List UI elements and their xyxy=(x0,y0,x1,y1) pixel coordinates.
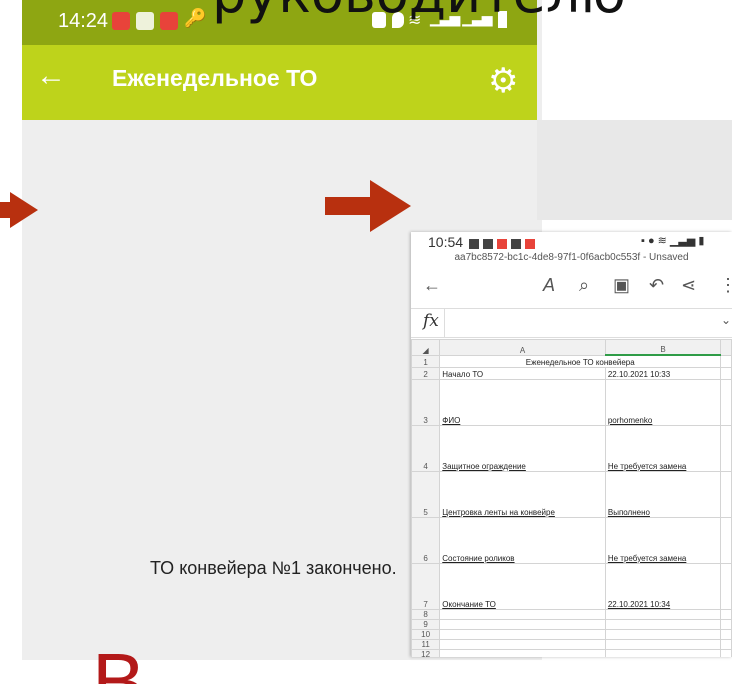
row-number[interactable]: 3 xyxy=(411,378,441,426)
row-number[interactable]: 11 xyxy=(411,638,441,650)
save-icon[interactable]: ▣ xyxy=(613,275,630,296)
cell-b[interactable]: Выполнено xyxy=(604,470,722,518)
spreadsheet-toolbar: ← A ⌕ ▣ ↶ ⋖ ⋮ xyxy=(411,272,732,302)
table-row: 11 xyxy=(411,638,732,650)
background-panel xyxy=(537,120,732,220)
table-row: 4 Защитное ограждение Не требуется замен… xyxy=(411,424,732,472)
cell-a[interactable]: Защитное ограждение xyxy=(439,424,606,472)
table-row: 8 xyxy=(411,608,732,620)
cell-a[interactable]: Начало ТО xyxy=(439,366,606,380)
app-bar: ← Еженедельное ТО ⚙ xyxy=(22,45,537,120)
gear-icon[interactable]: ⚙ xyxy=(488,61,518,101)
arrow-icon-right xyxy=(325,180,411,232)
arrow-icon-left xyxy=(0,192,38,228)
back-arrow-icon[interactable]: ← xyxy=(36,59,66,93)
cell-b[interactable]: 22.10.2021 10:34 xyxy=(604,562,722,610)
table-row: 3 ФИО porhomenko xyxy=(411,378,732,426)
cell-b[interactable] xyxy=(604,638,722,650)
overlay-caption: руководителю xyxy=(212,0,626,25)
more-icon[interactable]: ⋮ xyxy=(719,275,732,296)
cell-b[interactable] xyxy=(604,608,722,620)
cell-a[interactable]: Окончание ТО xyxy=(439,562,606,610)
select-all-corner[interactable]: ◢ xyxy=(411,339,441,356)
cell-b[interactable]: Не требуется замена xyxy=(604,516,722,564)
search-icon[interactable]: ⌕ xyxy=(579,275,589,296)
cell-a[interactable]: ФИО xyxy=(439,378,606,426)
cell-b[interactable]: Не требуется замена xyxy=(604,424,722,472)
cell-c[interactable] xyxy=(720,638,732,650)
cell-a[interactable]: Центровка ленты на конвейре xyxy=(439,470,606,518)
phone2-status-bar: 10:54 ▪ ● ≋ ▁▃▅ ▮ xyxy=(411,232,732,252)
completion-message: ТО конвейера №1 закончено. xyxy=(150,558,397,578)
table-row: 7 Окончание ТО 22.10.2021 10:34 xyxy=(411,562,732,610)
column-header-c[interactable] xyxy=(720,339,732,356)
formula-separator xyxy=(444,309,445,337)
key-icon: 🔑 xyxy=(184,8,207,28)
row-number[interactable]: 12 xyxy=(411,648,441,657)
row-number[interactable]: 2 xyxy=(411,366,441,380)
cell-b[interactable] xyxy=(604,618,722,630)
row-number[interactable]: 5 xyxy=(411,470,441,518)
row-number[interactable]: 9 xyxy=(411,618,441,630)
column-header-a[interactable]: A xyxy=(439,339,606,356)
cell-c[interactable] xyxy=(720,562,732,610)
back-arrow-icon[interactable]: ← xyxy=(423,275,441,296)
red-caption-fragment: В xyxy=(92,640,162,684)
formula-bar[interactable]: fx ⌄ xyxy=(411,308,732,338)
cell-a[interactable] xyxy=(439,608,606,620)
row-number[interactable]: 10 xyxy=(411,628,441,640)
cell-b[interactable] xyxy=(604,628,722,640)
document-name: aa7bc8572-bc1c-4de8-97f1-0f6acb0c553f - … xyxy=(454,252,689,263)
chevron-down-icon[interactable]: ⌄ xyxy=(721,313,731,327)
cell-b[interactable] xyxy=(604,648,722,657)
cell-c[interactable] xyxy=(720,378,732,426)
row-number[interactable]: 1 xyxy=(411,354,441,368)
fx-icon: fx xyxy=(423,311,439,331)
table-row: 2 Начало ТО 22.10.2021 10:33 xyxy=(411,366,732,380)
table-row: 10 xyxy=(411,628,732,640)
page-title: Еженедельное ТО xyxy=(112,65,318,91)
cell-c[interactable] xyxy=(720,424,732,472)
gallery-notification-icon xyxy=(136,12,154,30)
table-row: 1 Еженедельное ТО конвейера xyxy=(411,354,732,368)
cell-a[interactable] xyxy=(439,648,606,657)
cell-c[interactable] xyxy=(720,516,732,564)
cell-c[interactable] xyxy=(720,628,732,640)
location-notification-icon-2 xyxy=(160,12,178,30)
row-number[interactable]: 7 xyxy=(411,562,441,610)
notification-icons xyxy=(469,236,535,252)
cell-c[interactable] xyxy=(720,354,732,368)
system-icons: ▪ ● ≋ ▁▃▅ ▮ xyxy=(641,235,705,247)
cell-b[interactable]: porhomenko xyxy=(604,378,722,426)
column-header-row: ◢ A B xyxy=(411,339,732,356)
cell-a1[interactable]: Еженедельное ТО конвейера xyxy=(439,354,722,368)
cell-a[interactable]: Состояние роликов xyxy=(439,516,606,564)
cell-c[interactable] xyxy=(720,470,732,518)
row-number[interactable]: 6 xyxy=(411,516,441,564)
status-time: 10:54 xyxy=(428,234,464,250)
cell-a[interactable] xyxy=(439,618,606,630)
cell-a[interactable] xyxy=(439,638,606,650)
table-row: 12 xyxy=(411,648,732,657)
undo-icon[interactable]: ↶ xyxy=(649,275,664,296)
row-number[interactable]: 8 xyxy=(411,608,441,620)
cell-b[interactable]: 22.10.2021 10:33 xyxy=(604,366,722,380)
edit-icon[interactable]: A xyxy=(543,275,555,296)
cell-c[interactable] xyxy=(720,608,732,620)
row-number[interactable]: 4 xyxy=(411,424,441,472)
status-time: 14:24 xyxy=(58,10,109,32)
table-row: 9 xyxy=(411,618,732,630)
share-icon[interactable]: ⋖ xyxy=(681,275,696,296)
table-row: 5 Центровка ленты на конвейре Выполнено xyxy=(411,470,732,518)
location-notification-icon xyxy=(112,12,130,30)
spreadsheet-grid: ◢ A B 1 Еженедельное ТО конвейера 2 Нача… xyxy=(411,339,732,657)
cell-a[interactable] xyxy=(439,628,606,640)
spreadsheet-screenshot: 10:54 ▪ ● ≋ ▁▃▅ ▮ aa7bc8572-bc1c-4de8-97… xyxy=(411,232,732,657)
cell-c[interactable] xyxy=(720,648,732,657)
cell-c[interactable] xyxy=(720,366,732,380)
table-row: 6 Состояние роликов Не требуется замена xyxy=(411,516,732,564)
cell-c[interactable] xyxy=(720,618,732,630)
column-header-b[interactable]: B xyxy=(604,339,722,356)
